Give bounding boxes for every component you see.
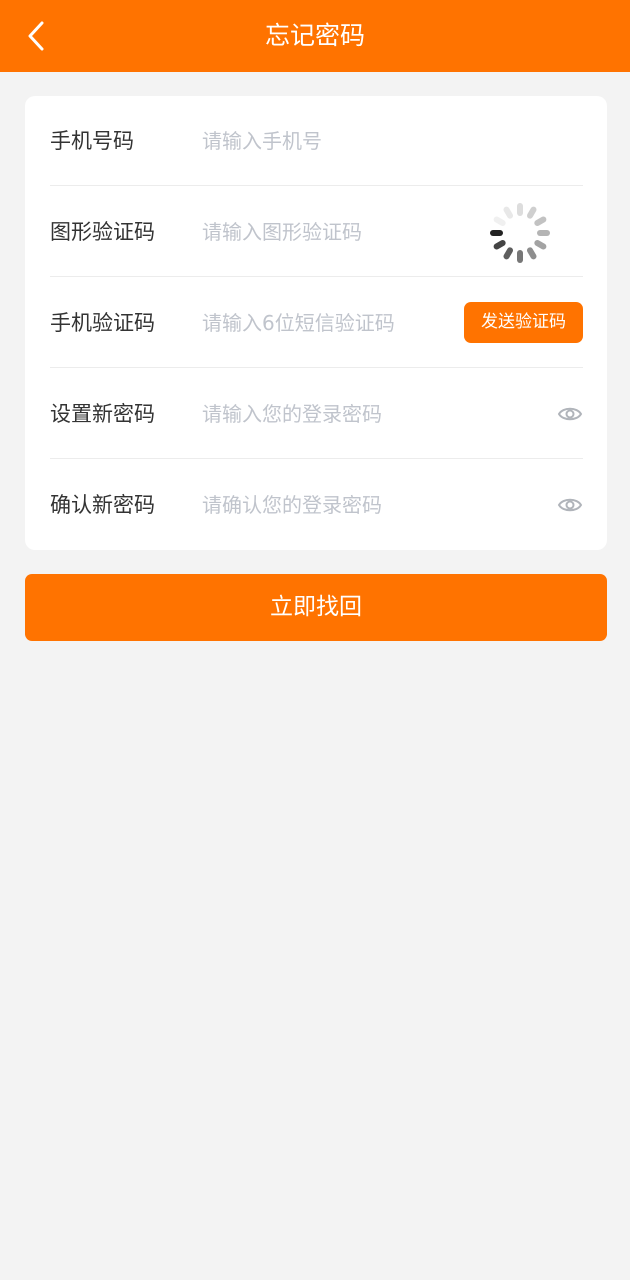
confirm-password-input[interactable] (202, 485, 492, 525)
confirm-password-row: 确认新密码 (50, 460, 583, 550)
phone-row: 手机号码 (50, 96, 583, 186)
reset-password-form: 手机号码 图形验证码 (25, 96, 607, 550)
new-password-label: 设置新密码 (50, 402, 155, 426)
submit-button[interactable]: 立即找回 (25, 574, 607, 641)
new-password-input[interactable] (202, 394, 492, 434)
loading-spinner-icon (490, 203, 550, 263)
captcha-row: 图形验证码 (50, 187, 583, 277)
sms-code-label: 手机验证码 (50, 311, 155, 335)
eye-icon[interactable] (557, 493, 583, 517)
sms-code-input[interactable] (202, 303, 492, 343)
eye-icon[interactable] (557, 402, 583, 426)
captcha-label: 图形验证码 (50, 220, 155, 244)
captcha-input[interactable] (202, 212, 492, 252)
phone-label: 手机号码 (50, 129, 134, 153)
phone-input[interactable] (202, 121, 492, 161)
sms-code-row: 手机验证码 发送验证码 (50, 278, 583, 368)
captcha-image[interactable] (485, 202, 555, 264)
send-code-button[interactable]: 发送验证码 (464, 302, 583, 343)
confirm-password-label: 确认新密码 (50, 493, 155, 517)
page-title: 忘记密码 (264, 21, 365, 50)
new-password-row: 设置新密码 (50, 369, 583, 459)
top-nav-bar: 忘记密码 (0, 0, 630, 72)
